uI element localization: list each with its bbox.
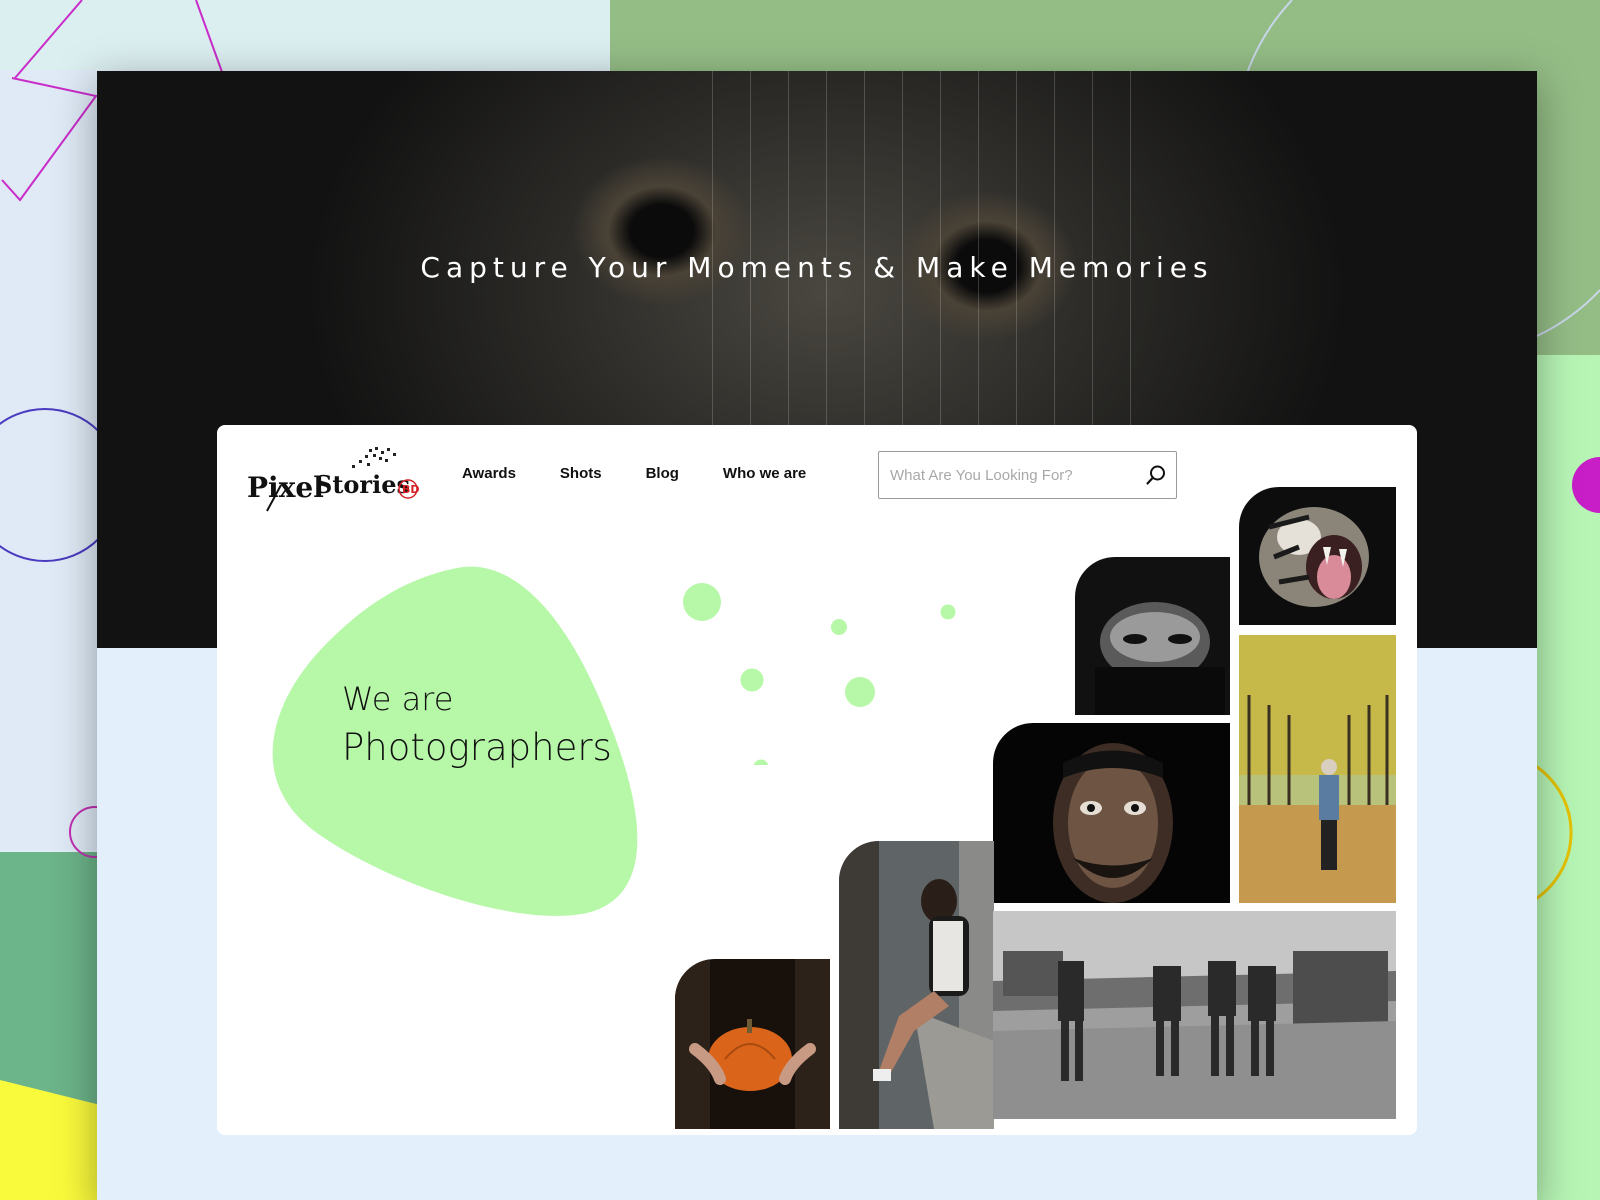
photo-pumpkin-hands[interactable] — [675, 959, 830, 1129]
nav-item-blog[interactable]: Blog — [646, 465, 679, 482]
main-nav: Awards Shots Blog Who we are — [462, 465, 850, 482]
headline-line2: Photographers — [342, 726, 612, 769]
search-input[interactable] — [879, 452, 1136, 498]
headline-line1: We are — [342, 680, 454, 718]
nav-item-awards[interactable]: Awards — [462, 465, 516, 482]
page-frame: Capture Your Moments & Make Memories Pix… — [97, 71, 1537, 1200]
photo-walking-group[interactable] — [993, 911, 1396, 1119]
search-button[interactable] — [1136, 452, 1176, 498]
nav-item-shots[interactable]: Shots — [560, 465, 602, 482]
logo-text-pixel: Pixel — [247, 471, 324, 504]
headline: We are Photographers — [342, 680, 612, 769]
search-box — [878, 451, 1177, 499]
pixel-stories-logo[interactable]: Pixel Stories BD — [247, 445, 427, 515]
photo-intense-face[interactable] — [993, 723, 1230, 903]
content-card: Pixel Stories BD Awards Shots Blog Who w… — [217, 425, 1417, 1135]
decorative-dots — [683, 583, 956, 765]
photo-tiger[interactable] — [1239, 487, 1396, 625]
hero-title: Capture Your Moments & Make Memories — [420, 251, 1214, 284]
photo-veiled-woman[interactable] — [1075, 557, 1230, 715]
photo-park-man[interactable] — [1239, 635, 1396, 903]
logo-text-stories: Stories — [315, 470, 410, 499]
search-icon — [1146, 465, 1165, 485]
nav-item-who-we-are[interactable]: Who we are — [723, 465, 806, 482]
photo-sitting-girl[interactable] — [839, 841, 994, 1129]
